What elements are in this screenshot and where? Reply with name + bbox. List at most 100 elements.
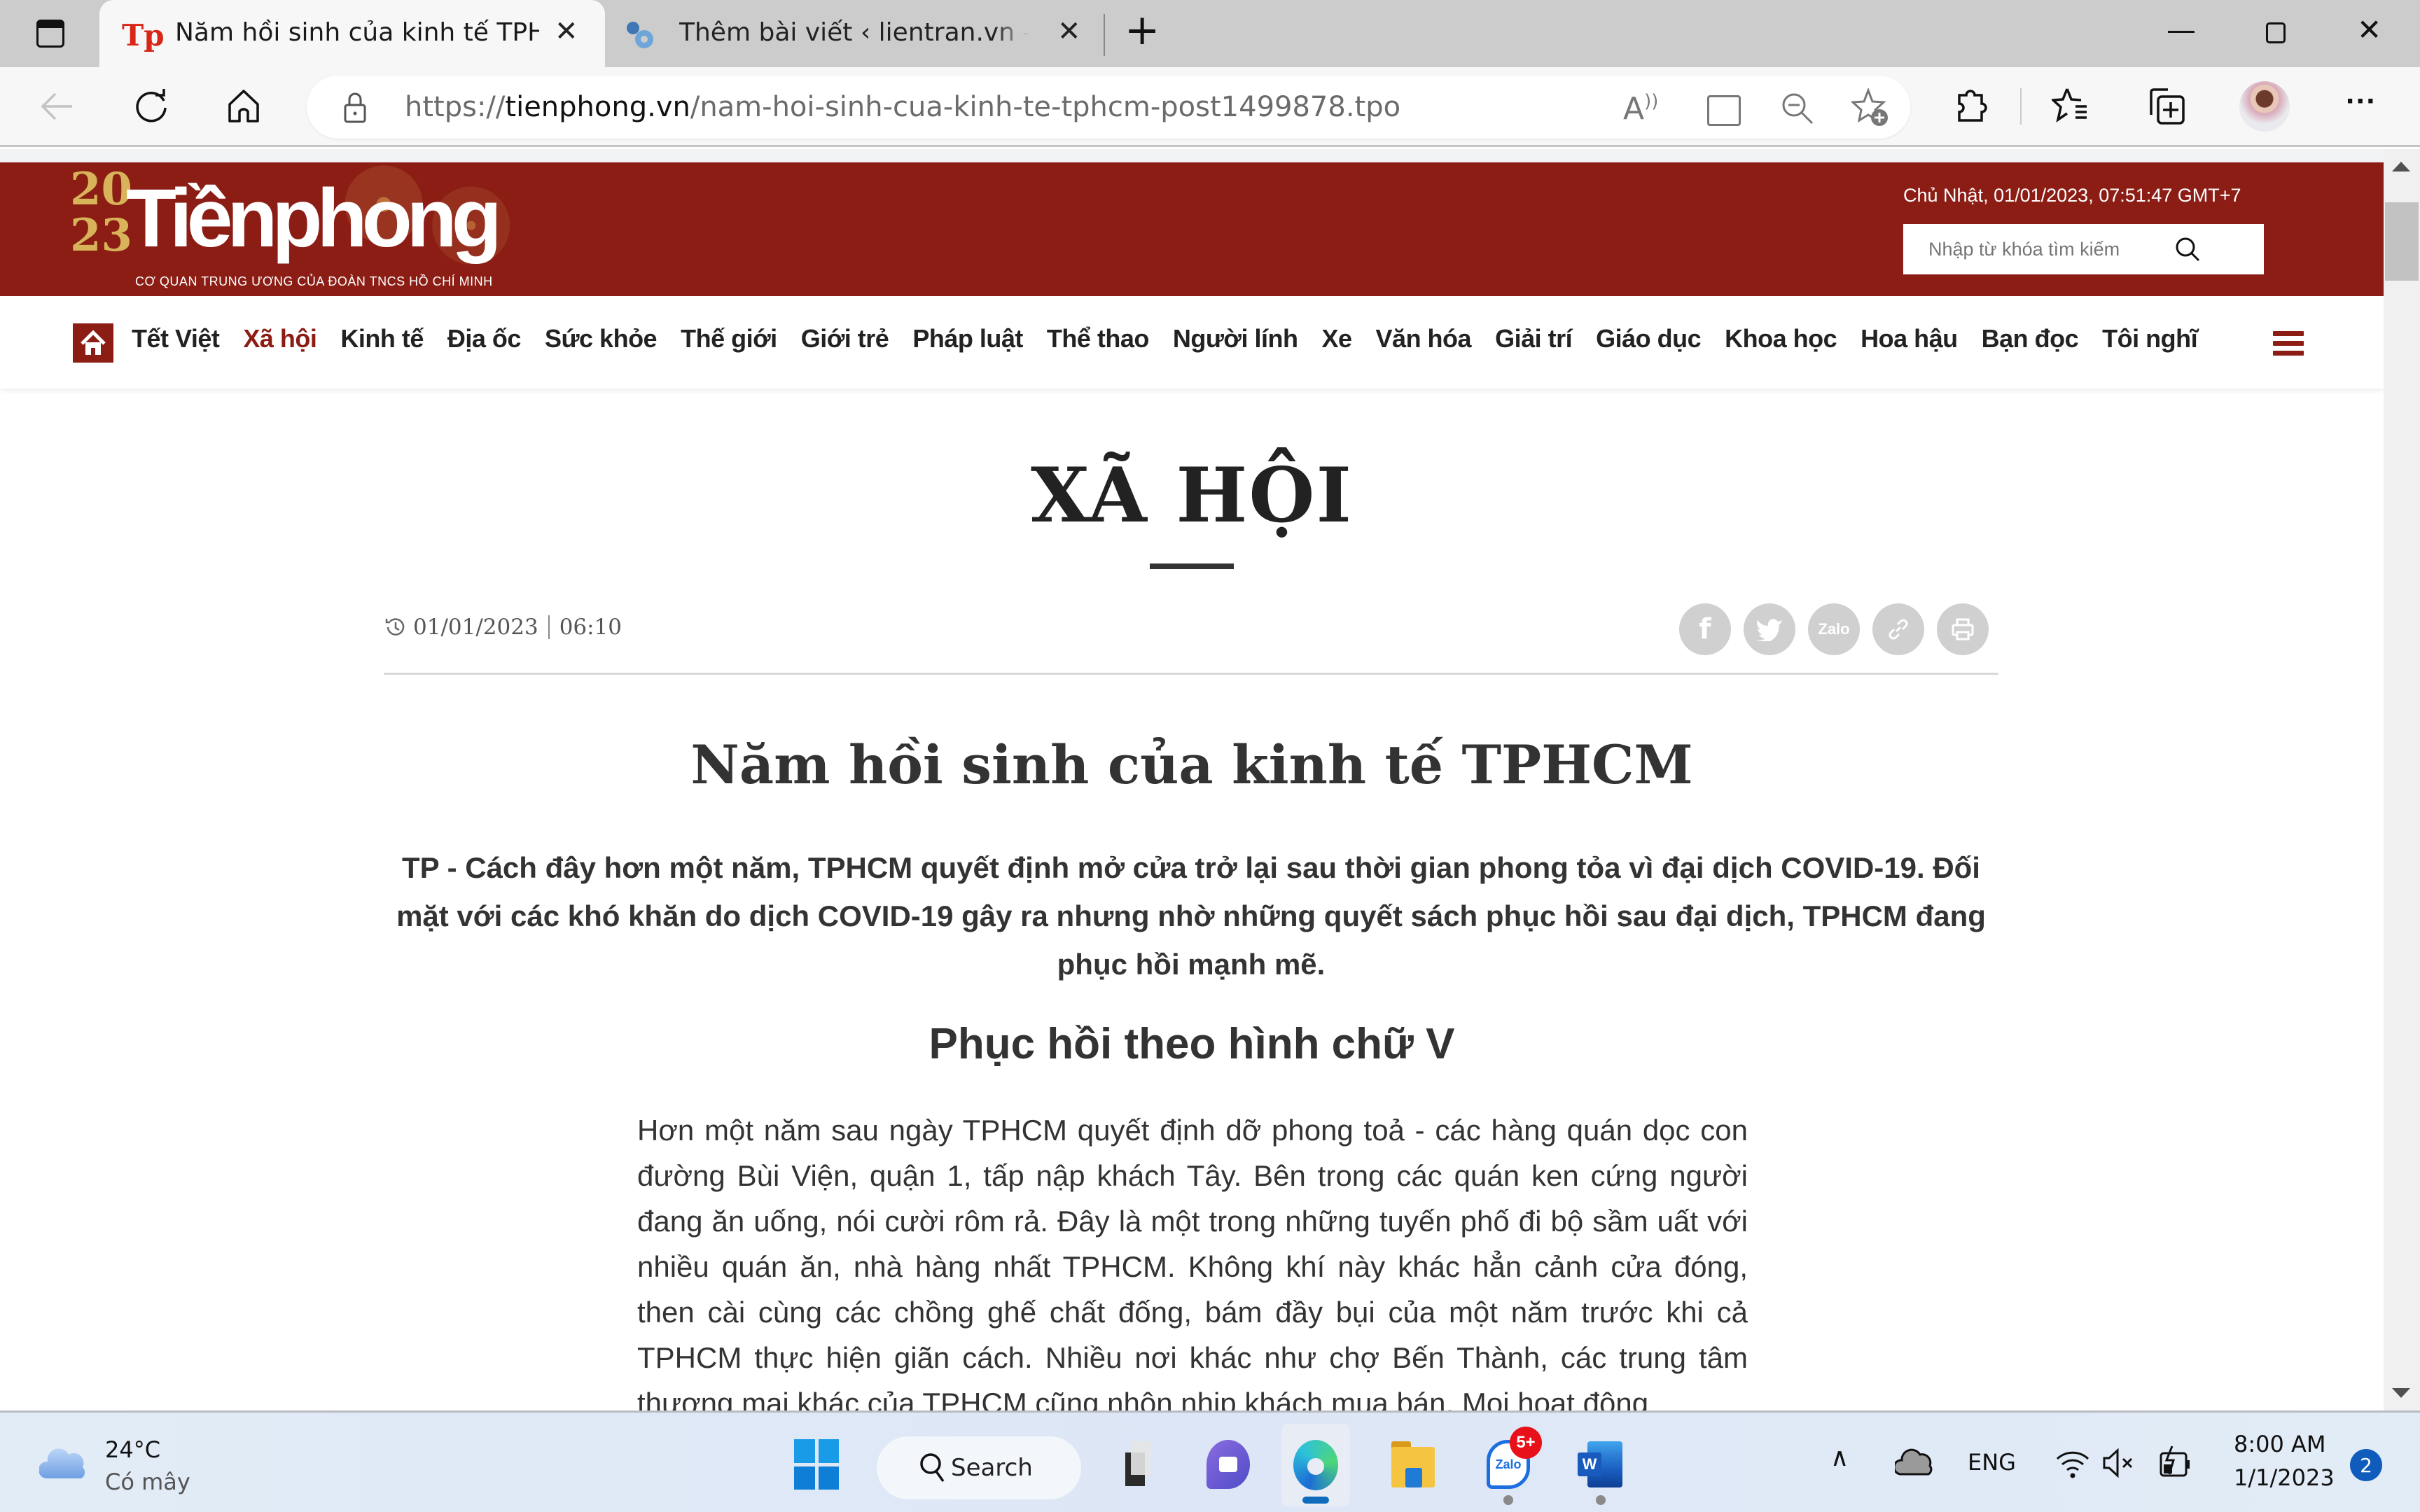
address-bar[interactable]: https://tienphong.vn/nam-hoi-sinh-cua-ki… [307,76,1910,139]
lock-icon[interactable] [343,92,367,127]
section-title-underline [1150,564,1234,569]
close-window-button[interactable]: ✕ [2357,13,2381,47]
category-item[interactable]: Giới trẻ [801,324,889,354]
add-favorite-icon[interactable] [1850,87,1891,131]
scroll-down-arrow-icon[interactable] [2392,1388,2410,1398]
taskbar-search-label: Search [951,1454,1033,1482]
word-app-icon[interactable]: W [1567,1431,1634,1498]
category-item[interactable]: Khoa học [1725,324,1837,354]
edge-browser-icon[interactable] [1281,1424,1350,1506]
onedrive-icon[interactable] [1893,1448,1934,1479]
meta-separator [548,615,550,639]
category-nav: Tết Việt Xã hội Kinh tế Địa ốc Sức khỏe Thế g… [0,296,2384,388]
zalo-app-icon[interactable]: Zalo 5+ [1475,1427,1542,1498]
print-button[interactable] [1937,603,1989,655]
tab-close-button[interactable]: ✕ [1057,15,1081,48]
browser-toolbar: https://tienphong.vn/nam-hoi-sinh-cua-ki… [0,67,2420,147]
collections-icon[interactable] [2148,87,2186,130]
input-language[interactable]: ENG [1968,1449,2016,1476]
home-icon [228,90,259,122]
category-item[interactable]: Pháp luật [912,324,1023,354]
tab-inactive[interactable]: Thêm bài viết ‹ lientran.vn — WordPress … [609,0,1099,67]
meet-app-icon[interactable] [1195,1431,1262,1498]
history-clock-icon [385,618,405,636]
browser-tab-bar: Tp Năm hồi sinh của kinh tế TPHCM ✕ Thêm… [0,0,2420,67]
wordpress-gear-favicon [623,18,655,50]
profile-avatar[interactable] [2239,81,2290,132]
url-text[interactable]: https://tienphong.vn/nam-hoi-sinh-cua-ki… [405,91,1400,123]
logo-year-2023: 20 23 [70,167,133,286]
search-icon[interactable] [2174,235,2202,267]
back-arrow-icon [41,92,72,120]
home-button[interactable] [223,85,265,127]
site-search-input[interactable] [1903,224,2183,274]
battery-charging-icon[interactable] [2158,1443,2195,1483]
clock-date[interactable]: 1/1/2023 [2234,1464,2335,1491]
category-item[interactable]: Thế giới [681,324,777,354]
category-item[interactable]: Người lính [1173,324,1298,354]
tab-separator [1104,14,1105,56]
category-item[interactable]: Giải trí [1495,324,1573,354]
category-item[interactable]: Văn hóa [1376,324,1472,354]
logo-subtitle: CƠ QUAN TRUNG ƯƠNG CỦA ĐOÀN TNCS HỒ CHÍ … [135,274,493,288]
volume-muted-icon[interactable] [2102,1448,2136,1482]
twitter-share-button[interactable] [1744,603,1795,655]
start-button[interactable] [794,1439,839,1490]
section-title[interactable]: XÃ HỘI [0,451,2384,540]
tab-close-button[interactable]: ✕ [555,15,578,48]
back-button[interactable] [36,85,78,127]
taskbar-search-button[interactable]: Search [877,1436,1081,1499]
scroll-up-arrow-icon[interactable] [2392,162,2410,172]
category-item[interactable]: Bạn đọc [1982,324,2079,354]
running-indicator [1503,1495,1513,1505]
copy-link-button[interactable] [1872,603,1924,655]
scroll-thumb[interactable] [2385,202,2419,281]
zoom-out-icon[interactable] [1780,91,1815,130]
category-item[interactable]: Địa ốc [447,324,522,354]
facebook-icon: f [1699,613,1711,645]
tab-active[interactable]: Tp Năm hồi sinh của kinh tế TPHCM ✕ [99,0,605,67]
refresh-button[interactable] [130,85,172,127]
restore-button[interactable] [2266,22,2286,43]
settings-more-button[interactable]: ··· [2346,84,2377,119]
hamburger-menu-icon[interactable] [2273,331,2304,356]
weather-description: Có mây [105,1469,190,1495]
weather-temperature: 24°C [105,1436,161,1463]
clock-time[interactable]: 8:00 AM [2234,1431,2326,1457]
category-item[interactable]: Tết Việt [132,324,220,354]
home-category-button[interactable] [73,323,113,363]
site-logo[interactable]: Tiềnphong [126,171,502,266]
category-item[interactable]: Sức khỏe [545,324,658,354]
logo-year-top: 20 [70,163,133,216]
category-item[interactable]: Kinh tế [340,324,424,354]
publish-time: 06:10 [559,615,623,640]
weather-widget[interactable]: 24°C Có mây [35,1427,217,1504]
category-item[interactable]: Tôi nghĩ [2102,324,2197,354]
notification-badge[interactable]: 2 [2350,1449,2382,1481]
zalo-share-button[interactable]: Zalo [1808,603,1860,655]
windows-taskbar: 24°C Có mây Search Zalo 5+ W ∧ ENG 8:00 … [0,1410,2420,1512]
category-item[interactable]: Xã hội [243,324,317,354]
minimize-button[interactable]: — [2167,13,2196,47]
category-item[interactable]: Thể thao [1047,324,1150,354]
page-scrollbar[interactable] [2384,149,2420,1410]
task-view-button[interactable] [1109,1431,1176,1498]
read-aloud-icon[interactable]: A)) [1623,91,1658,127]
search-icon [920,1453,945,1483]
extensions-icon[interactable] [1954,88,1987,128]
facebook-share-button[interactable]: f [1679,603,1731,655]
favorites-icon[interactable] [2050,87,2091,128]
page-top-strip [0,149,2384,162]
file-explorer-icon[interactable] [1379,1431,1447,1498]
article-subheading: Phục hồi theo hình chữ V [929,1020,1455,1068]
tab-actions-icon[interactable] [36,20,64,48]
category-item[interactable]: Hoa hậu [1861,324,1958,354]
wifi-icon[interactable] [2054,1448,2091,1482]
article-body: Hơn một năm sau ngày TPHCM quyết định dỡ… [637,1114,1748,1410]
immersive-reader-icon[interactable] [1707,95,1741,126]
article-headline: Năm hồi sinh của kinh tế TPHCM [690,734,1693,796]
new-tab-button[interactable]: + [1125,6,1160,55]
category-item[interactable]: Giáo dục [1596,324,1702,354]
show-hidden-icons-button[interactable]: ∧ [1830,1443,1849,1472]
category-item[interactable]: Xe [1321,324,1352,354]
